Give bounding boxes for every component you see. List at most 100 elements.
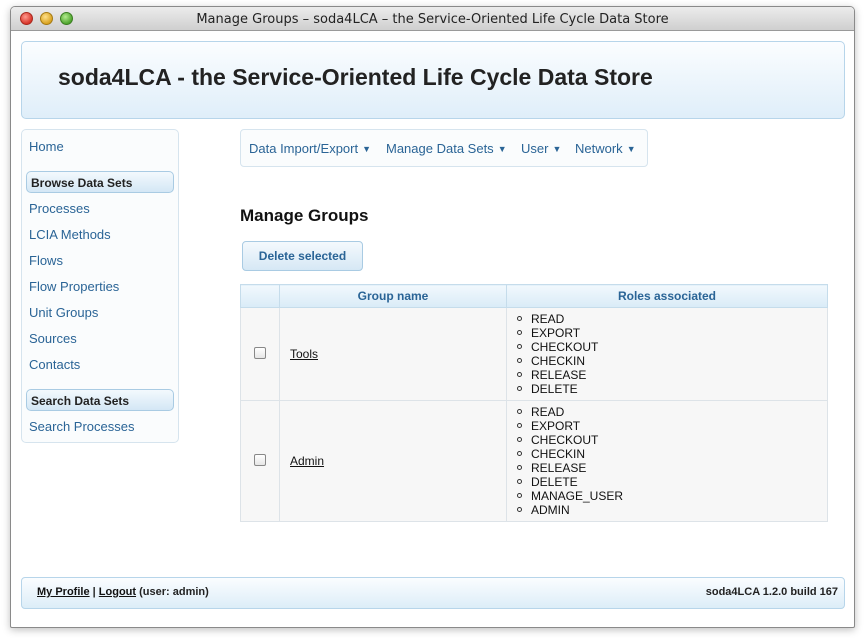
top-nav-menu: Data Import/Export ▼ Manage Data Sets ▼ Us… — [240, 129, 648, 167]
circle-bullet-icon — [517, 330, 522, 335]
role-label: DELETE — [531, 475, 578, 489]
logout-link[interactable]: Logout — [99, 586, 136, 598]
role-item: CHECKOUT — [517, 340, 827, 354]
groups-table: Group name Roles associated Tools READ E… — [240, 284, 828, 522]
nav-label: Manage Data Sets — [386, 141, 494, 156]
sidebar-heading-browse: Browse Data Sets — [26, 171, 174, 193]
circle-bullet-icon — [517, 479, 522, 484]
circle-bullet-icon — [517, 465, 522, 470]
site-footer: My Profile | Logout (user: admin) soda4L… — [21, 577, 845, 609]
circle-bullet-icon — [517, 423, 522, 428]
role-item: DELETE — [517, 382, 827, 396]
nav-label: Data Import/Export — [249, 141, 359, 156]
role-item: CHECKIN — [517, 447, 827, 461]
role-label: CHECKIN — [531, 354, 586, 368]
role-label: CHECKOUT — [531, 433, 599, 447]
nav-item-network[interactable]: Network ▼ — [575, 141, 636, 156]
sidebar-heading-search: Search Data Sets — [26, 389, 174, 411]
role-item: CHECKIN — [517, 354, 827, 368]
circle-bullet-icon — [517, 344, 522, 349]
roles-cell: READ EXPORT CHECKOUT CHECKIN RELEASE DEL… — [506, 307, 828, 401]
sidebar-item-flow-properties[interactable]: Flow Properties — [29, 279, 119, 294]
role-item: EXPORT — [517, 326, 827, 340]
sidebar-item-flows[interactable]: Flows — [29, 253, 63, 268]
caret-down-icon: ▼ — [362, 144, 372, 154]
role-item: EXPORT — [517, 419, 827, 433]
roles-list: READ EXPORT CHECKOUT CHECKIN RELEASE DEL… — [517, 312, 827, 396]
role-label: ADMIN — [531, 503, 570, 517]
table-header-row: Group name Roles associated — [240, 284, 828, 308]
role-item: ADMIN — [517, 503, 827, 517]
my-profile-link[interactable]: My Profile — [37, 586, 90, 598]
sidebar-item-contacts[interactable]: Contacts — [29, 357, 80, 372]
caret-down-icon: ▼ — [552, 144, 562, 154]
circle-bullet-icon — [517, 451, 522, 456]
roles-cell: READ EXPORT CHECKOUT CHECKIN RELEASE DEL… — [506, 400, 828, 522]
window-title: Manage Groups – soda4LCA – the Service-O… — [196, 12, 669, 27]
role-item: RELEASE — [517, 461, 827, 475]
column-header-select — [240, 284, 280, 308]
role-item: DELETE — [517, 475, 827, 489]
roles-list: READ EXPORT CHECKOUT CHECKIN RELEASE DEL… — [517, 405, 827, 517]
current-user-text: (user: admin) — [139, 586, 209, 598]
role-label: CHECKIN — [531, 447, 586, 461]
nav-label: Network — [575, 141, 623, 156]
table-row: Tools READ EXPORT CHECKOUT CHECKIN RELEA… — [240, 307, 828, 401]
sidebar-item-processes[interactable]: Processes — [29, 201, 90, 216]
role-item: READ — [517, 312, 827, 326]
column-header-group-name[interactable]: Group name — [279, 284, 507, 308]
sidebar-item-search-processes[interactable]: Search Processes — [29, 419, 135, 434]
nav-item-data-import-export[interactable]: Data Import/Export ▼ — [249, 141, 371, 156]
group-link[interactable]: Admin — [290, 454, 324, 468]
site-header: soda4LCA - the Service-Oriented Life Cyc… — [21, 41, 845, 119]
select-cell — [240, 307, 280, 401]
footer-separator: | — [92, 586, 96, 598]
select-cell — [240, 400, 280, 522]
version-text: soda4LCA 1.2.0 build 167 — [705, 586, 838, 598]
caret-down-icon: ▼ — [497, 144, 507, 154]
browser-window: Manage Groups – soda4LCA – the Service-O… — [10, 6, 855, 628]
nav-label: User — [521, 141, 549, 156]
column-header-roles[interactable]: Roles associated — [506, 284, 828, 308]
circle-bullet-icon — [517, 437, 522, 442]
circle-bullet-icon — [517, 507, 522, 512]
sidebar: Home Browse Data Sets Processes LCIA Met… — [21, 129, 179, 443]
circle-bullet-icon — [517, 409, 522, 414]
sidebar-item-lcia-methods[interactable]: LCIA Methods — [29, 227, 111, 242]
footer-user-links: My Profile | Logout (user: admin) — [37, 586, 209, 598]
role-label: RELEASE — [531, 368, 587, 382]
role-item: RELEASE — [517, 368, 827, 382]
page-title: Manage Groups — [240, 206, 369, 225]
row-checkbox[interactable] — [254, 346, 266, 359]
role-label: EXPORT — [531, 419, 581, 433]
role-label: CHECKOUT — [531, 340, 599, 354]
role-label: DELETE — [531, 382, 578, 396]
table-row: Admin READ EXPORT CHECKOUT CHECKIN RELEA… — [240, 400, 828, 522]
nav-item-manage-data-sets[interactable]: Manage Data Sets ▼ — [386, 141, 507, 156]
circle-bullet-icon — [517, 316, 522, 321]
group-name-cell: Tools — [279, 307, 507, 401]
role-item: CHECKOUT — [517, 433, 827, 447]
nav-item-user[interactable]: User ▼ — [521, 141, 561, 156]
role-label: MANAGE_USER — [531, 489, 624, 503]
sidebar-item-home[interactable]: Home — [29, 139, 64, 154]
row-checkbox[interactable] — [254, 453, 266, 466]
role-item: MANAGE_USER — [517, 489, 827, 503]
group-link[interactable]: Tools — [290, 347, 318, 361]
role-item: READ — [517, 405, 827, 419]
group-name-cell: Admin — [279, 400, 507, 522]
role-label: RELEASE — [531, 461, 587, 475]
circle-bullet-icon — [517, 386, 522, 391]
circle-bullet-icon — [517, 358, 522, 363]
role-label: READ — [531, 312, 565, 326]
role-label: EXPORT — [531, 326, 581, 340]
circle-bullet-icon — [517, 493, 522, 498]
role-label: READ — [531, 405, 565, 419]
sidebar-item-unit-groups[interactable]: Unit Groups — [29, 305, 98, 320]
sidebar-item-sources[interactable]: Sources — [29, 331, 77, 346]
circle-bullet-icon — [517, 372, 522, 377]
site-title: soda4LCA - the Service-Oriented Life Cyc… — [58, 64, 653, 90]
caret-down-icon: ▼ — [626, 144, 636, 154]
delete-selected-button[interactable]: Delete selected — [242, 241, 363, 271]
window-titlebar[interactable]: Manage Groups – soda4LCA – the Service-O… — [11, 7, 854, 31]
